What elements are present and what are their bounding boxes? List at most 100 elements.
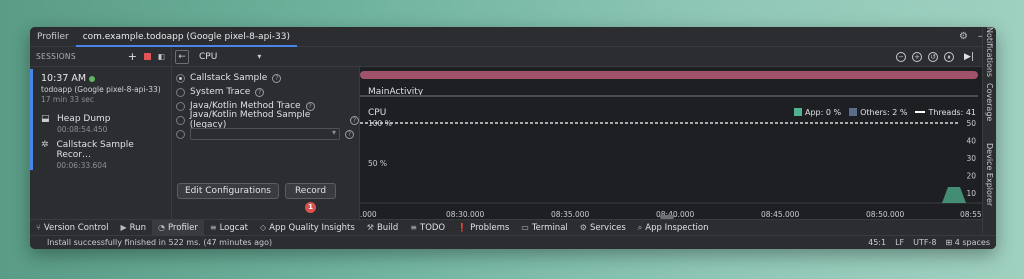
legend-swatch — [849, 108, 858, 116]
coverage-strip-label[interactable]: Coverage — [985, 83, 994, 121]
x-tick-label: 08:30.000 — [446, 210, 485, 219]
tool-label: Profiler — [167, 222, 198, 233]
option-label: Callstack Sample — [190, 73, 268, 83]
tool-problems[interactable]: ❗ Problems — [451, 220, 515, 236]
y-right-tick: 20 — [966, 172, 976, 181]
monitor-select[interactable]: CPU ▾ — [199, 52, 261, 62]
custom-config-dropdown[interactable] — [190, 128, 340, 140]
notifications-strip-label[interactable]: Notifications — [985, 27, 994, 77]
tab-profiler[interactable]: Profiler — [30, 27, 76, 47]
legend-app-text: App: 0 % — [804, 108, 842, 117]
tab-session-process[interactable]: com.example.todoapp (Google pixel-8-api-… — [75, 27, 297, 47]
help-icon[interactable]: ? — [345, 129, 354, 139]
x-tick-label: 08:55 — [960, 210, 982, 219]
sessions-title: SESSIONS — [36, 52, 76, 61]
go-live-icon[interactable]: ▶| — [964, 52, 974, 62]
diamond-icon: ◇ — [260, 223, 267, 232]
indent-setting[interactable]: ⊞ 4 spaces — [945, 238, 990, 247]
live-status-icon — [89, 75, 96, 82]
tool-logcat[interactable]: ≡ Logcat — [204, 220, 254, 236]
option-custom-config[interactable]: ? — [176, 127, 359, 141]
y-left-tick: 100 % — [368, 119, 392, 128]
radio-icon[interactable] — [176, 115, 185, 125]
session-device: todoapp (Google pixel-8-api-33) — [41, 85, 161, 94]
reset-zoom-icon[interactable]: ↺ — [928, 51, 939, 62]
artifact-name: Heap Dump — [57, 114, 111, 124]
collapse-panel-icon[interactable]: ◧ — [158, 52, 165, 61]
tool-todo[interactable]: ≡ TODO — [404, 220, 451, 236]
radio-icon[interactable] — [176, 129, 185, 139]
right-tool-strip: Notifications Coverage Device Explorer — [982, 27, 996, 249]
tool-app-quality-insights[interactable]: ◇ App Quality Insights — [254, 220, 361, 236]
cpu-chart[interactable]: 100 % 50 % 50 40 30 20 10 — [360, 119, 982, 209]
tool-terminal[interactable]: ▭ Terminal — [515, 220, 573, 236]
tool-version-control[interactable]: ⑂ Version Control — [30, 220, 115, 236]
tool-label: Build — [376, 222, 399, 233]
activity-track — [360, 95, 978, 97]
tool-label: Problems — [470, 222, 510, 233]
y-right-tick: 10 — [966, 189, 976, 198]
branch-icon: ⑂ — [36, 223, 41, 232]
radio-icon[interactable] — [176, 101, 185, 111]
artifact-time: 00:08:54.450 — [57, 125, 108, 134]
help-icon[interactable]: ? — [255, 87, 265, 97]
tool-run[interactable]: ▶ Run — [115, 220, 152, 236]
tool-profiler[interactable]: ◔ Profiler — [151, 219, 204, 236]
tool-label: Terminal — [531, 222, 568, 233]
option-callstack-sample[interactable]: Callstack Sample ? — [176, 71, 359, 85]
gear-icon[interactable]: ⚙ — [959, 31, 968, 42]
line-separator[interactable]: LF — [895, 238, 904, 247]
x-tick-label: 08:50.000 — [866, 210, 905, 219]
radio-icon[interactable] — [176, 87, 185, 97]
file-encoding[interactable]: UTF-8 — [913, 238, 936, 247]
zoom-in-icon[interactable]: + — [912, 51, 923, 62]
indent-label: 4 spaces — [954, 238, 990, 247]
zoom-out-icon[interactable]: − — [896, 51, 907, 62]
radio-selected-icon[interactable] — [176, 73, 185, 83]
help-icon[interactable]: ? — [350, 115, 359, 125]
run-icon: ▶ — [120, 223, 127, 232]
legend-others: Others: 2 % — [849, 108, 907, 117]
tool-label: Version Control — [43, 222, 109, 233]
tool-label: App Inspection — [645, 222, 709, 233]
session-item[interactable]: 10:37 AM todoapp (Google pixel-8-api-33)… — [30, 69, 171, 108]
edit-configurations-button[interactable]: Edit Configurations — [177, 183, 279, 199]
artifact-heap-dump[interactable]: ⬓ Heap Dump 00:08:54.450 — [30, 108, 171, 134]
profiler-toolbar: ← CPU ▾ − + ↺ ⏸ ▶| — [172, 47, 982, 67]
record-button[interactable]: Record — [285, 183, 336, 199]
status-message[interactable]: Install successfully finished in 522 ms.… — [30, 238, 272, 247]
sessions-panel: SESSIONS + ◧ 10:37 AM todoapp (Google pi… — [30, 47, 172, 219]
bottom-tool-bar: ⑂ Version Control ▶ Run ◔ Profiler ≡ Logcat ◇ App… — [30, 219, 982, 236]
sessions-header: SESSIONS + ◧ — [30, 47, 171, 67]
legend-threads: Threads: 41 — [915, 108, 976, 117]
cpu-legend: App: 0 % Others: 2 % Threads: 41 — [793, 108, 976, 117]
gauge-icon: ◔ — [157, 223, 165, 232]
pause-icon[interactable]: ⏸ — [944, 51, 955, 62]
artifact-name: Callstack Sample Recor… — [56, 140, 134, 160]
tool-build[interactable]: ⚒ Build — [361, 220, 405, 236]
add-session-icon[interactable]: + — [128, 50, 137, 63]
option-method-sample-legacy[interactable]: Java/Kotlin Method Sample (legacy) ? — [176, 110, 359, 130]
tool-window-tabbar: Profiler com.example.todoapp (Google pix… — [30, 27, 996, 47]
option-label: System Trace — [190, 87, 251, 97]
activity-bar[interactable] — [360, 71, 978, 79]
cpu-track-label: CPU — [368, 108, 387, 118]
device-explorer-strip-label[interactable]: Device Explorer — [985, 143, 994, 206]
legend-threads-text: Threads: 41 — [928, 108, 976, 117]
cursor-position[interactable]: 45:1 — [868, 238, 886, 247]
stop-session-icon[interactable] — [143, 53, 151, 60]
heap-dump-icon: ⬓ — [41, 114, 50, 124]
recording-config-panel: Callstack Sample ? System Trace ? Java/K… — [172, 47, 360, 219]
tool-services[interactable]: ⚙ Services — [574, 220, 632, 236]
tool-app-inspection[interactable]: ⌕ App Inspection — [632, 220, 715, 236]
legend-swatch — [793, 108, 802, 116]
session-duration: 17 min 33 sec — [41, 95, 95, 104]
tool-label: Run — [129, 222, 146, 233]
artifact-callstack-recording[interactable]: ✲ Callstack Sample Recor… 00:06:33.604 — [30, 134, 171, 170]
y-right-tick: 40 — [966, 137, 976, 146]
help-icon[interactable]: ? — [272, 73, 282, 83]
option-system-trace[interactable]: System Trace ? — [176, 85, 359, 99]
back-arrow-icon[interactable]: ← — [175, 49, 189, 64]
x-tick-label: 08:35.000 — [551, 210, 590, 219]
legend-app: App: 0 % — [793, 108, 842, 117]
